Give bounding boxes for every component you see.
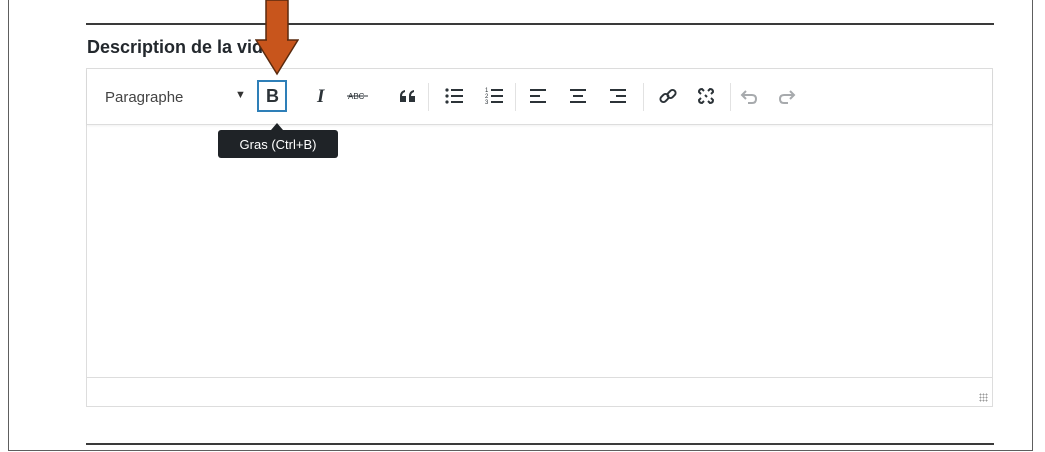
- unlink-icon: [696, 86, 716, 106]
- italic-button[interactable]: I: [307, 80, 337, 112]
- align-left-icon: [528, 87, 548, 105]
- blockquote-icon: [398, 88, 418, 104]
- redo-icon: [776, 87, 796, 105]
- resize-handle-icon[interactable]: [979, 393, 988, 402]
- toolbar-separator: [730, 83, 731, 111]
- bold-icon: B: [264, 87, 280, 105]
- align-center-button[interactable]: [563, 80, 593, 112]
- strikethrough-icon: ABC: [347, 89, 369, 103]
- strikethrough-button[interactable]: ABC: [343, 80, 373, 112]
- svg-text:I: I: [316, 87, 325, 105]
- align-right-icon: [608, 87, 628, 105]
- link-icon: [658, 86, 678, 106]
- redo-button[interactable]: [771, 80, 801, 112]
- rich-text-editor: Paragraphe ▼ B I ABC 1 2 3: [86, 68, 993, 407]
- format-select-value: Paragraphe: [105, 88, 184, 106]
- toolbar-separator: [515, 83, 516, 111]
- svg-text:3: 3: [485, 100, 489, 105]
- top-divider: [86, 23, 994, 25]
- blockquote-button[interactable]: [393, 80, 423, 112]
- tooltip: Gras (Ctrl+B): [218, 130, 338, 158]
- bottom-divider: [86, 443, 994, 445]
- dropdown-caret-icon: ▼: [235, 89, 246, 101]
- editor-status-bar: [87, 377, 992, 406]
- editor-content-area[interactable]: [87, 125, 992, 379]
- undo-icon: [740, 87, 760, 105]
- bullet-list-button[interactable]: [439, 80, 469, 112]
- toolbar-separator: [643, 83, 644, 111]
- insert-link-button[interactable]: [653, 80, 683, 112]
- numbered-list-button[interactable]: 1 2 3: [479, 80, 509, 112]
- svg-text:B: B: [266, 87, 279, 105]
- numbered-list-icon: 1 2 3: [484, 87, 504, 105]
- italic-icon: I: [314, 87, 330, 105]
- toolbar-separator: [428, 83, 429, 111]
- tooltip-pointer: [271, 123, 283, 130]
- bullet-list-icon: [444, 87, 464, 105]
- align-center-icon: [568, 87, 588, 105]
- editor-toolbar: Paragraphe ▼ B I ABC 1 2 3: [87, 69, 992, 125]
- align-left-button[interactable]: [523, 80, 553, 112]
- format-select[interactable]: Paragraphe ▼: [105, 85, 255, 109]
- callout-arrow-icon: [254, 0, 300, 85]
- remove-link-button[interactable]: [691, 80, 721, 112]
- undo-button[interactable]: [735, 80, 765, 112]
- align-right-button[interactable]: [603, 80, 633, 112]
